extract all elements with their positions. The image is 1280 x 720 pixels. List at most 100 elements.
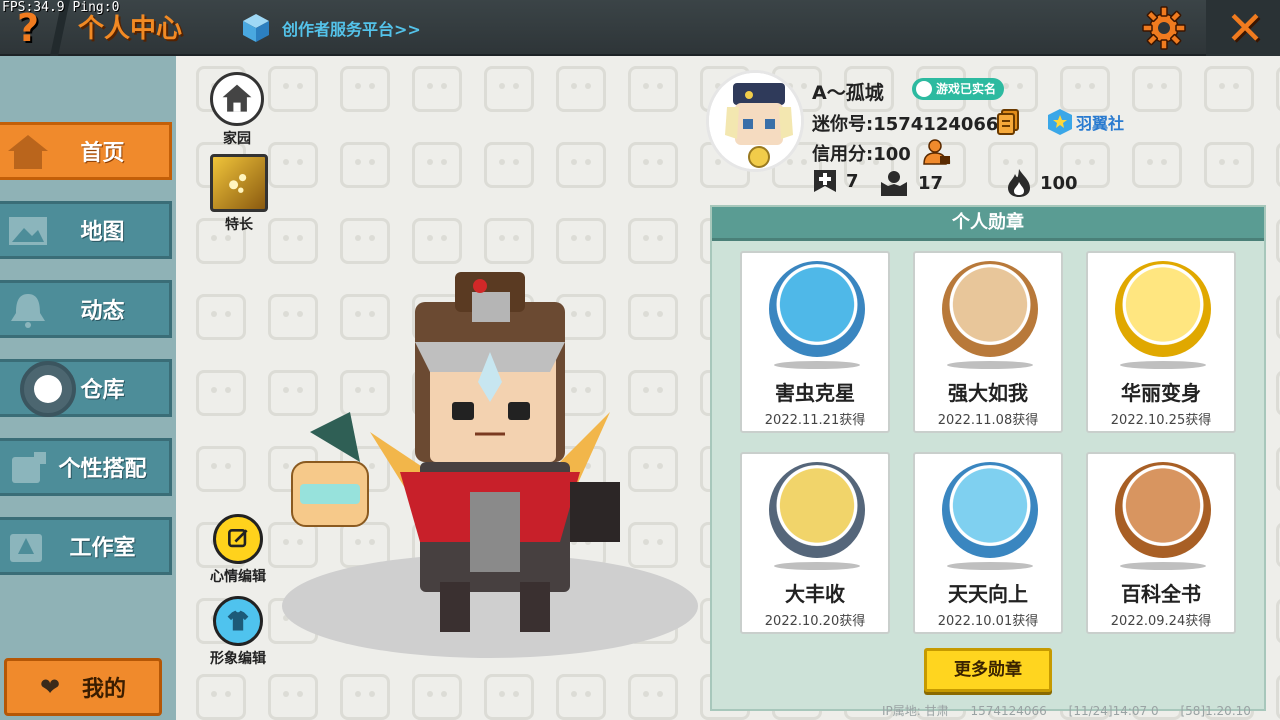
outfit-icon (12, 452, 46, 483)
bell-icon (11, 294, 45, 328)
badge-date: 2022.10.20获得 (764, 614, 866, 629)
player-avatar[interactable] (706, 70, 804, 172)
stat-friends: 7 (812, 168, 859, 194)
sidebar: 首页 地图 动态 仓库 个性搭配 工作室 ❤ 我的 (0, 56, 176, 720)
medal-daily-progress-icon (942, 462, 1038, 558)
sidebar-item-feed[interactable]: 动态 (0, 280, 172, 338)
sidebar-item-home[interactable]: 首页 (0, 122, 172, 180)
pattern-tile (556, 218, 606, 264)
footer-info: IP属地: 甘肃 1574124066 [11/24]14:07 0 [58]1… (882, 702, 1251, 719)
studio-icon (10, 534, 42, 562)
pattern-tile (1276, 294, 1280, 340)
stat-popularity: 100 (1006, 168, 1078, 198)
pattern-tile (268, 66, 318, 112)
sidebar-item-studio[interactable]: 工作室 (0, 517, 172, 575)
pattern-tile (628, 66, 678, 112)
badge-name: 大丰收 (785, 582, 845, 606)
badge-date: 2022.11.21获得 (764, 413, 866, 428)
pattern-tile (412, 66, 462, 112)
badge-name: 害虫克星 (775, 381, 855, 405)
map-icon (9, 217, 47, 245)
medal-encyclopedia-icon (1115, 462, 1211, 558)
medal-harvest-icon (769, 462, 865, 558)
sidebar-item-outfit[interactable]: 个性搭配 (0, 438, 172, 496)
badge-card[interactable]: 华丽变身 2022.10.25获得 (1086, 251, 1236, 433)
close-icon: ✕ (1225, 1, 1265, 55)
pattern-tile (1276, 142, 1280, 188)
pattern-tile (484, 66, 534, 112)
pattern-tile (484, 142, 534, 188)
talent-icon (210, 154, 268, 212)
talent-button[interactable]: 特长 (210, 154, 268, 234)
pattern-tile (1276, 446, 1280, 492)
close-button[interactable]: ✕ (1206, 0, 1280, 56)
badge-card[interactable]: 大丰收 2022.10.20获得 (740, 452, 890, 634)
badge-card[interactable]: 强大如我 2022.11.08获得 (913, 251, 1063, 433)
stat-value: 17 (918, 172, 944, 194)
medal-powerful-icon (942, 261, 1038, 357)
medal-shadow (947, 562, 1033, 570)
pattern-tile (628, 218, 678, 264)
pattern-tile (340, 218, 390, 264)
medal-transform-icon (1115, 261, 1211, 357)
look-edit-button[interactable]: 形象编辑 (210, 596, 266, 668)
flame-icon (1008, 169, 1030, 197)
pattern-tile (196, 370, 246, 416)
badge-card[interactable]: 百科全书 2022.09.24获得 (1086, 452, 1236, 634)
pattern-tile (412, 142, 462, 188)
badge-card[interactable]: 天天向上 2022.10.01获得 (913, 452, 1063, 634)
medal-shadow (774, 361, 860, 369)
badge-panel: 个人勋章 害虫克星 2022.11.21获得 强大如我 2022.11.08获得… (710, 205, 1266, 711)
footer-uid: 1574124066 (970, 704, 1047, 718)
pattern-tile (1204, 66, 1254, 112)
character-avatar-3d[interactable] (280, 262, 700, 662)
shirt-icon (213, 596, 263, 646)
badge-card[interactable]: 害虫克星 2022.11.21获得 (740, 251, 890, 433)
plus-badge-icon (814, 170, 836, 192)
pattern-tile (340, 142, 390, 188)
talent-label: 特长 (225, 217, 253, 233)
pattern-tile (340, 674, 390, 720)
creator-link-text: 创作者服务平台>> (282, 20, 421, 39)
medal-shadow (1120, 361, 1206, 369)
home-button[interactable]: 家园 (210, 72, 264, 148)
sidebar-item-label: 动态 (80, 299, 125, 324)
badge-panel-title: 个人勋章 (712, 207, 1264, 241)
verified-badge: 游戏已实名 (912, 78, 1005, 100)
club-name-link[interactable]: 羽翼社 (1076, 110, 1124, 134)
medal-pest-buster-icon (769, 261, 865, 357)
copy-icon[interactable] (996, 108, 1020, 136)
pattern-tile (268, 674, 318, 720)
medal-shadow (947, 361, 1033, 369)
mine-button[interactable]: ❤ 我的 (4, 658, 162, 716)
sidebar-item-label: 个性搭配 (58, 457, 147, 482)
sidebar-item-label: 工作室 (69, 536, 136, 561)
house-icon (8, 135, 48, 169)
badge-name: 百科全书 (1121, 582, 1201, 606)
mood-edit-button[interactable]: 心情编辑 (210, 514, 266, 586)
pattern-tile (1276, 218, 1280, 264)
pattern-tile (1132, 142, 1182, 188)
pattern-tile (412, 674, 462, 720)
fps-overlay: FPS:34.9 Ping:0 (2, 0, 120, 15)
pattern-tile (628, 142, 678, 188)
credit-person-icon[interactable] (922, 138, 952, 166)
creator-platform-link[interactable]: 创作者服务平台>> (240, 8, 421, 48)
player-nickname: A～孤城 (812, 82, 884, 104)
sidebar-item-label: 仓库 (80, 378, 125, 403)
pattern-tile (340, 66, 390, 112)
pattern-tile (1204, 142, 1254, 188)
sidebar-item-label: 首页 (80, 141, 125, 166)
pattern-tile (556, 66, 606, 112)
badge-name: 华丽变身 (1121, 381, 1201, 405)
floating-assist-button[interactable] (20, 361, 76, 417)
heart-icon: ❤ (39, 673, 61, 701)
settings-gear-icon[interactable] (1140, 4, 1188, 52)
pattern-tile (412, 218, 462, 264)
badge-date: 2022.10.01获得 (937, 614, 1039, 629)
sidebar-item-map[interactable]: 地图 (0, 201, 172, 259)
badge-name: 强大如我 (948, 381, 1028, 405)
more-badges-button[interactable]: 更多勋章 (924, 648, 1052, 692)
badge-date: 2022.11.08获得 (937, 413, 1039, 428)
pattern-tile (1276, 370, 1280, 416)
